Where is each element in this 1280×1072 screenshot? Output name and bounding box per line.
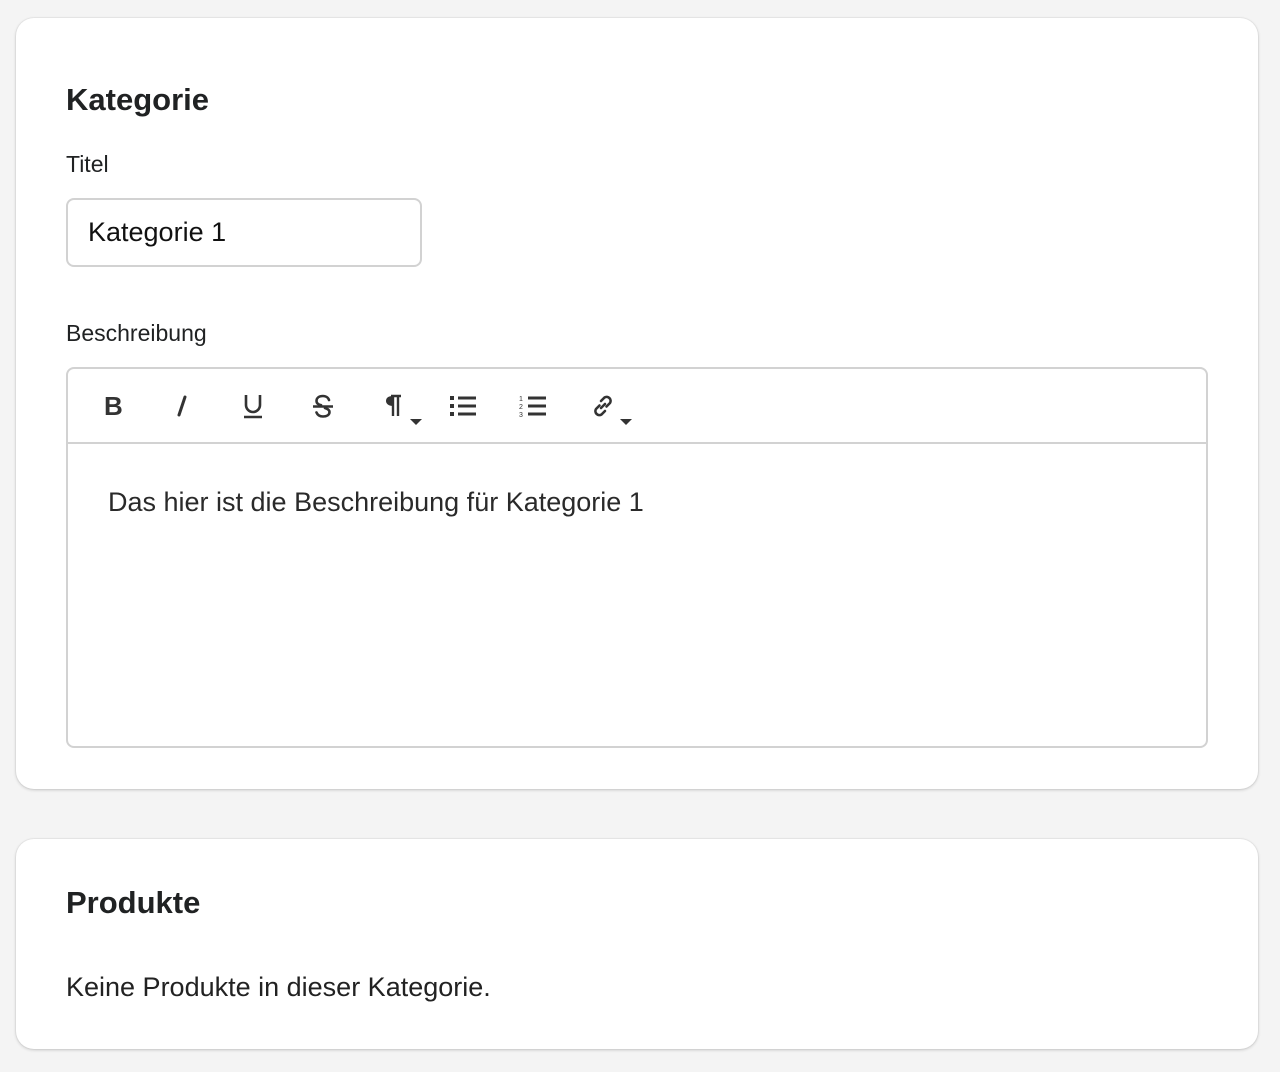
link-icon	[589, 392, 617, 420]
underline-icon	[241, 392, 265, 420]
strikethrough-icon	[310, 393, 336, 419]
title-field-label: Titel	[66, 151, 109, 177]
chevron-down-icon	[620, 419, 632, 425]
description-editor[interactable]: B 1 2 3 Das hier ist die Beschreibung fü…	[66, 367, 1208, 748]
paragraph-icon	[382, 393, 404, 419]
underline-button[interactable]	[230, 383, 276, 429]
title-input[interactable]	[66, 198, 422, 267]
description-editor-content[interactable]: Das hier ist die Beschreibung für Katego…	[108, 487, 644, 518]
paragraph-format-button[interactable]	[370, 383, 422, 429]
link-button[interactable]	[580, 383, 632, 429]
category-card-title: Kategorie	[66, 82, 209, 117]
bullet-list-icon	[449, 394, 477, 418]
numbered-list-icon: 1 2 3	[519, 394, 547, 418]
svg-text:3: 3	[519, 412, 523, 418]
products-empty-message: Keine Produkte in dieser Kategorie.	[66, 972, 491, 1002]
products-card-title: Produkte	[66, 885, 201, 920]
description-field-label: Beschreibung	[66, 320, 207, 346]
bullet-list-button[interactable]	[440, 383, 486, 429]
numbered-list-button[interactable]: 1 2 3	[510, 383, 556, 429]
italic-button[interactable]	[159, 383, 205, 429]
svg-text:1: 1	[519, 396, 523, 403]
products-card: Produkte Keine Produkte in dieser Katego…	[16, 839, 1258, 1049]
svg-text:B: B	[104, 394, 123, 418]
chevron-down-icon	[410, 419, 422, 425]
bold-button[interactable]: B	[90, 383, 136, 429]
bold-icon: B	[102, 394, 124, 418]
italic-icon	[172, 394, 192, 418]
svg-text:2: 2	[519, 404, 523, 411]
strikethrough-button[interactable]	[300, 383, 346, 429]
category-card: Kategorie Titel Beschreibung B	[16, 18, 1258, 789]
editor-toolbar: B 1 2 3	[68, 369, 1206, 444]
